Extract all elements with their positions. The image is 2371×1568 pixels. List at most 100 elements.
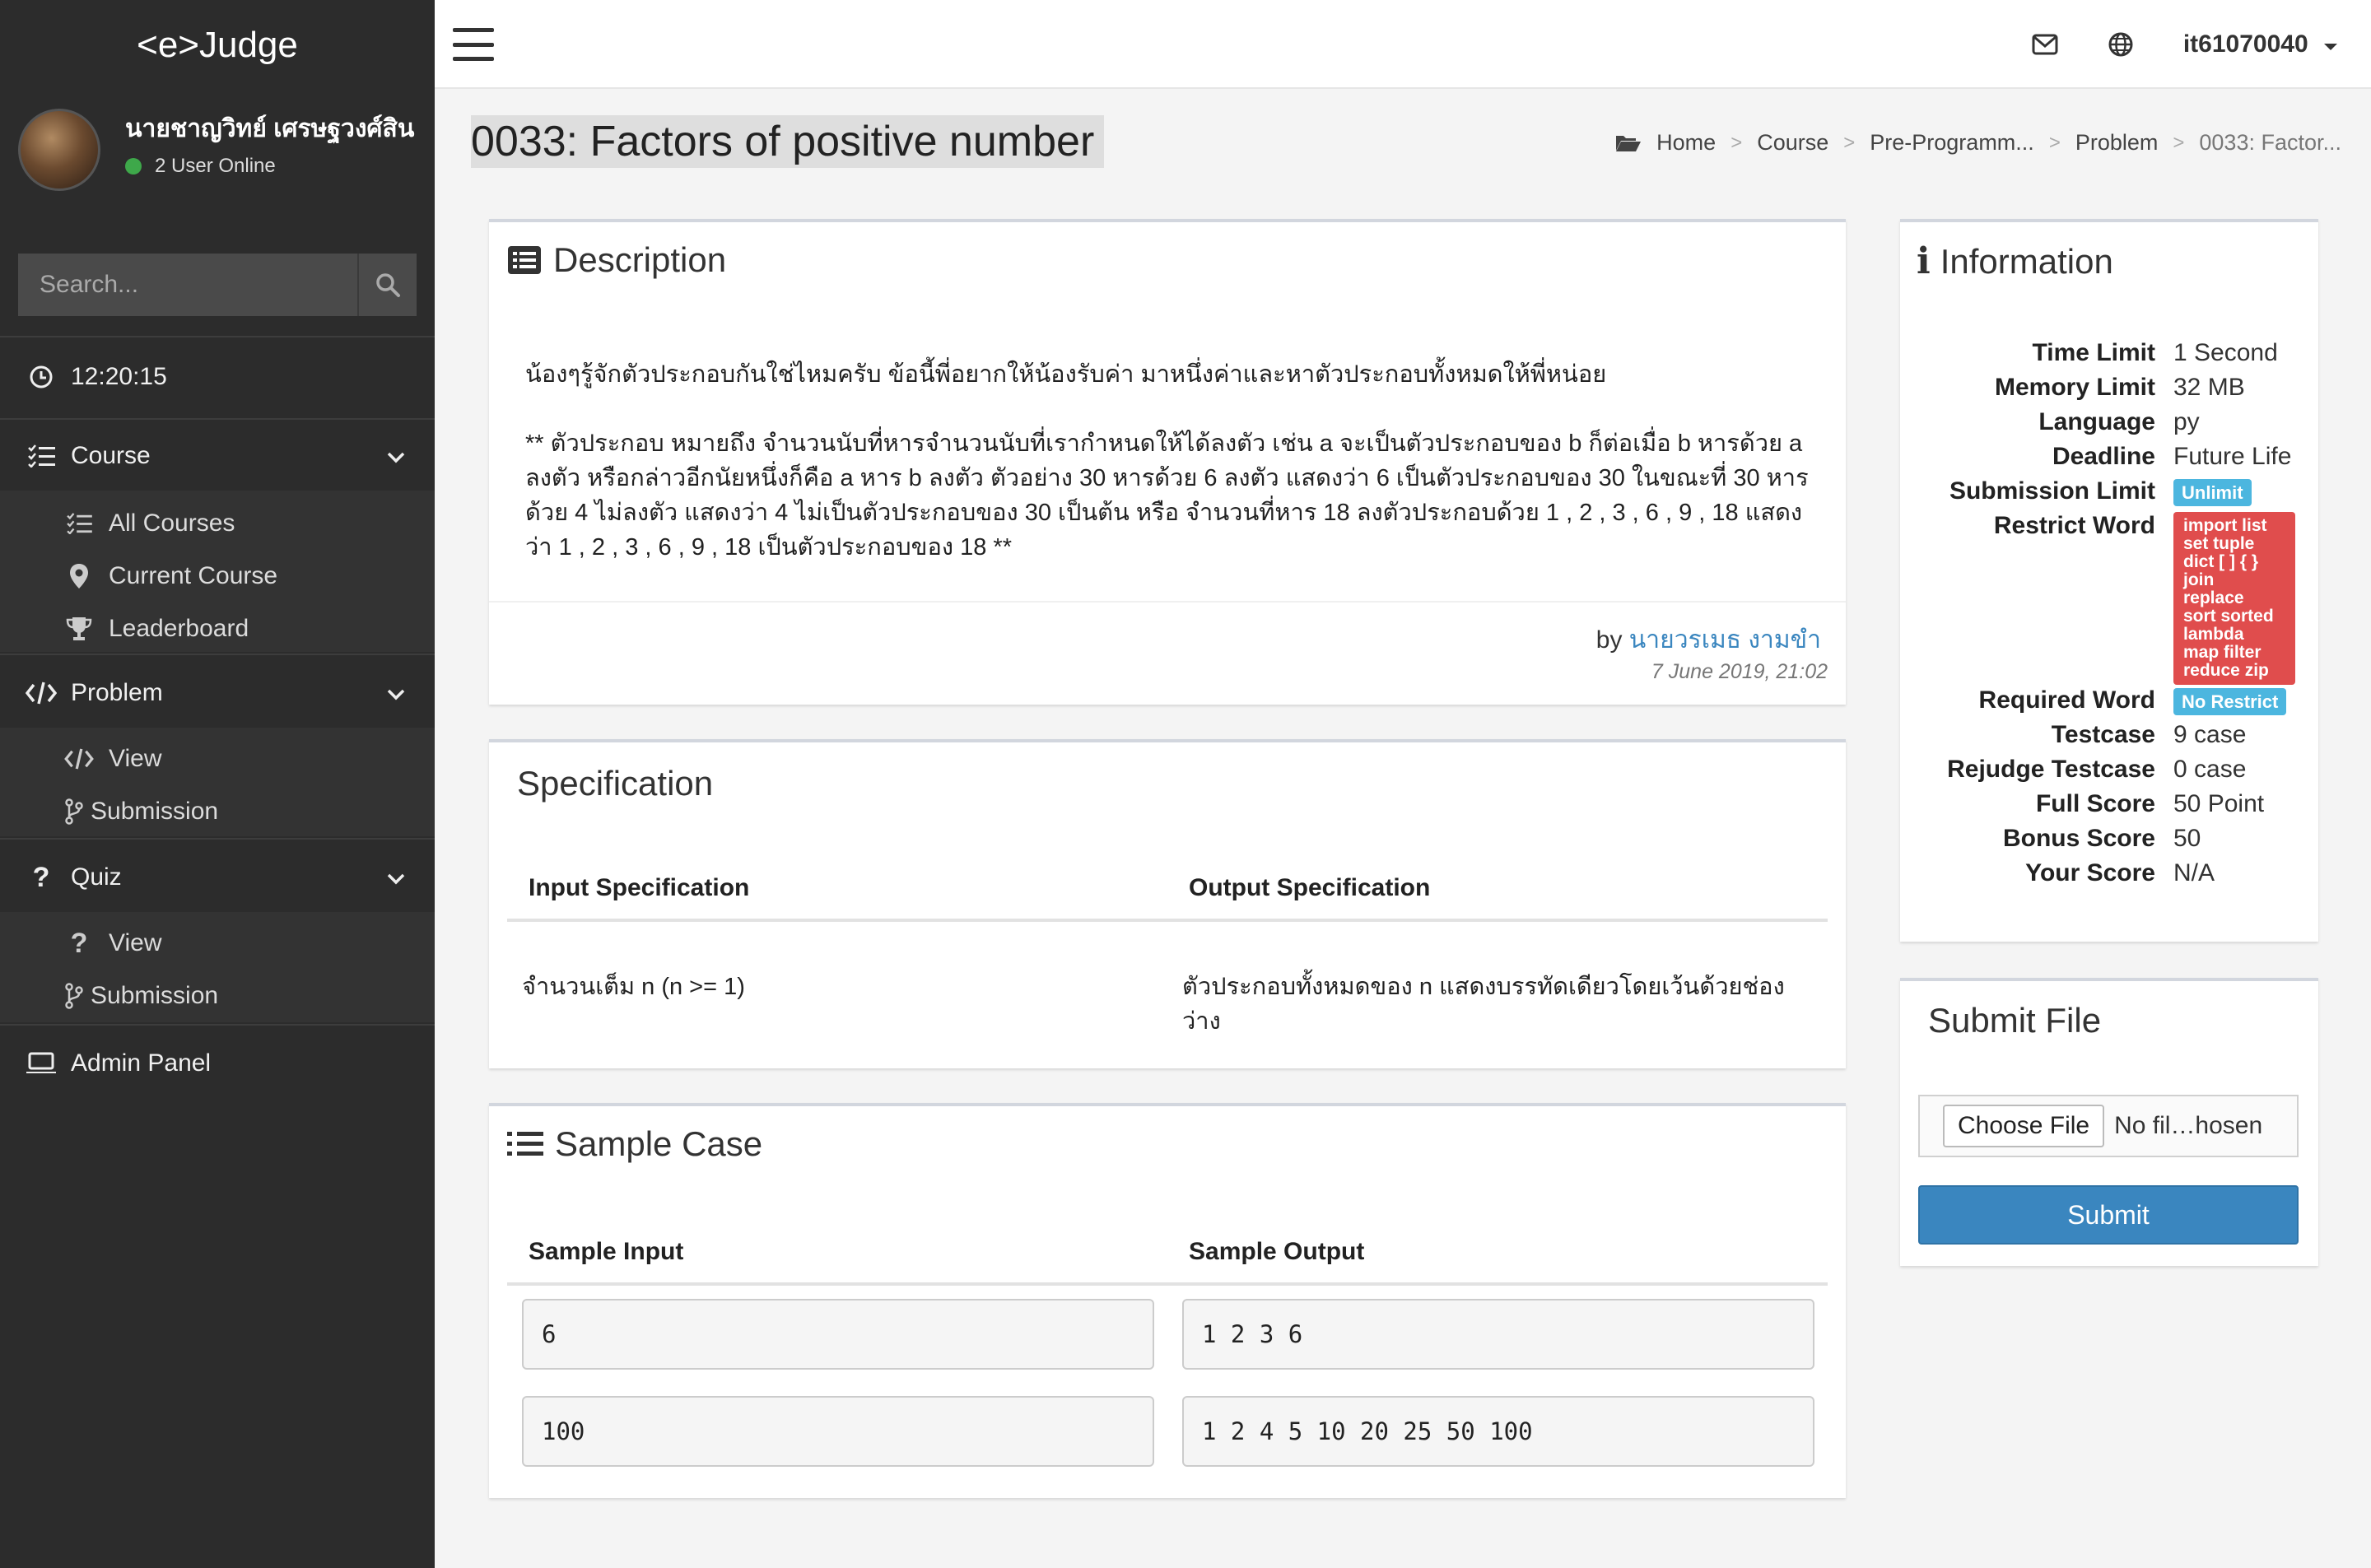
info-label: Deadline (2052, 443, 2155, 470)
divider (507, 919, 1828, 922)
author-link[interactable]: นายวรเมธ งามขำ (1629, 626, 1821, 654)
info-label: Submission Limit (1949, 477, 2155, 505)
nav-quiz[interactable]: ? Quiz (0, 844, 435, 910)
online-count: 2 User Online (155, 155, 276, 177)
info-row: Your Score N/A (1900, 856, 2312, 891)
post-date: 7 June 2019, 21:02 (1651, 660, 1828, 683)
info-value: Future Life (2173, 443, 2292, 470)
submit-button[interactable]: Submit (1918, 1185, 2299, 1245)
code-icon (63, 748, 95, 770)
user-panel: นายชาญวิทย์ เศรษฐวงศ์สิน 2 User Online (0, 91, 435, 214)
question-icon: ? (70, 927, 88, 959)
sidebar-item-label: All Courses (109, 509, 235, 537)
nav-problem[interactable]: Problem (0, 660, 435, 726)
info-label: Your Score (2025, 859, 2155, 886)
file-name-label: No fil…hosen (2114, 1112, 2263, 1139)
info-row: Rejudge Testcase 0 case (1900, 752, 2312, 787)
restrict-word: lambda (2183, 625, 2244, 644)
info-label: Testcase (2051, 721, 2155, 748)
avatar (18, 109, 100, 191)
divider (489, 601, 1846, 603)
chevron-down-icon (387, 679, 405, 707)
sample-header: Sample Case (507, 1124, 762, 1164)
clock-time: 12:20:15 (71, 363, 167, 390)
search-icon (376, 273, 400, 297)
description-intro: น้องๆรู้จักตัวประกอบกันใช่ไหมครับ ข้อนี้… (525, 361, 1607, 388)
specification-title: Specification (517, 764, 714, 803)
info-row: Memory Limit 32 MB (1900, 370, 2312, 405)
nav-quiz-label: Quiz (71, 863, 122, 891)
search-input[interactable] (18, 254, 357, 316)
sidebar-item-all-courses[interactable]: All Courses (0, 499, 435, 548)
user-menu[interactable]: it61070040 (2183, 30, 2338, 58)
sidebar-item-label: Submission (91, 798, 219, 825)
info-label: Bonus Score (2002, 825, 2155, 852)
page-title: 0033: Factors of positive number (471, 115, 1105, 168)
info-row: Restrict Word import list set tuple dict… (1900, 509, 2312, 690)
nav-admin-panel[interactable]: Admin Panel (0, 1031, 435, 1096)
divider (0, 654, 435, 655)
breadcrumb-course-name[interactable]: Pre-Programm... (1870, 130, 2034, 156)
clock-icon (25, 364, 58, 390)
sidebar-item-quiz-view[interactable]: ? View (0, 919, 435, 968)
info-label: Language (2038, 408, 2155, 435)
sample-output-1[interactable]: 1 2 3 6 (1182, 1299, 1814, 1370)
breadcrumb-course[interactable]: Course (1757, 130, 1828, 156)
description-box: Description น้องๆรู้จักตัวประกอบกันใช่ไห… (489, 219, 1846, 705)
breadcrumb-current: 0033: Factor... (2199, 130, 2341, 155)
input-spec: จำนวนเต็ม n (n >= 1) (522, 974, 745, 1000)
info-value: 9 case (2173, 721, 2247, 748)
clock: 12:20:15 (0, 346, 435, 408)
submission-limit-badge: Unlimit (2173, 479, 2252, 506)
info-row: Bonus Score 50 (1900, 821, 2312, 856)
nav-admin-label: Admin Panel (71, 1049, 212, 1077)
menu-toggle-icon[interactable] (453, 28, 494, 61)
divider (507, 1282, 1828, 1286)
sidebar-item-current-course[interactable]: Current Course (0, 551, 435, 601)
sidebar-item-label: View (109, 745, 162, 772)
information-box: i Information Time Limit 1 Second Memory … (1900, 219, 2318, 942)
file-input[interactable]: Choose File No fil…hosen (1918, 1095, 2299, 1157)
breadcrumb-home[interactable]: Home (1656, 130, 1716, 156)
sample-case-box: Sample Case Sample Input Sample Output 6… (489, 1103, 1846, 1498)
restrict-word: dict [ ] { } (2183, 552, 2259, 571)
submit-title: Submit File (1928, 1001, 2102, 1040)
online-status: 2 User Online (125, 155, 422, 178)
sidebar-item-problem-submission[interactable]: Submission (0, 787, 435, 836)
app-logo[interactable]: <e>Judge (0, 0, 435, 91)
restrict-word-badge: import list set tuple dict [ ] { } join … (2173, 512, 2295, 685)
info-row: Full Score 50 Point (1900, 787, 2312, 821)
sample-input-2[interactable]: 100 (522, 1396, 1154, 1467)
sidebar-item-label: Submission (91, 982, 219, 1009)
info-row: Time Limit 1 Second (1900, 336, 2312, 370)
nav-course[interactable]: Course (0, 423, 435, 489)
username-label: it61070040 (2182, 30, 2308, 58)
restrict-word: reduce zip (2183, 661, 2269, 680)
sidebar-item-problem-view[interactable]: View (0, 734, 435, 784)
laptop-icon (25, 1052, 58, 1075)
caret-down-icon (2324, 44, 2337, 50)
info-value: py (2173, 408, 2200, 435)
sidebar-item-leaderboard[interactable]: Leaderboard (0, 604, 435, 654)
divider (0, 336, 435, 337)
search-button[interactable] (357, 254, 417, 316)
description-header: Description (507, 240, 726, 280)
envelope-icon[interactable] (2032, 34, 2058, 55)
restrict-word: import list (2183, 516, 2267, 535)
sample-input-1[interactable]: 6 (522, 1299, 1154, 1370)
divider (0, 418, 435, 420)
breadcrumb-problem[interactable]: Problem (2075, 130, 2159, 156)
choose-file-button[interactable]: Choose File (1943, 1105, 2105, 1147)
globe-icon[interactable] (2108, 31, 2134, 58)
specification-box: Specification Input Specification Output… (489, 739, 1846, 1068)
sample-output-2[interactable]: 1 2 4 5 10 20 25 50 100 (1182, 1396, 1814, 1467)
quiz-submenu: ? View Submission (0, 912, 435, 1022)
input-spec-header: Input Specification (529, 874, 750, 901)
sample-output-header: Sample Output (1189, 1238, 1365, 1265)
online-dot-icon (125, 158, 142, 174)
restrict-word: replace (2183, 589, 2244, 607)
question-icon: ? (32, 861, 50, 893)
sidebar-item-quiz-submission[interactable]: Submission (0, 971, 435, 1021)
divider (0, 1024, 435, 1026)
trophy-icon (63, 616, 95, 642)
